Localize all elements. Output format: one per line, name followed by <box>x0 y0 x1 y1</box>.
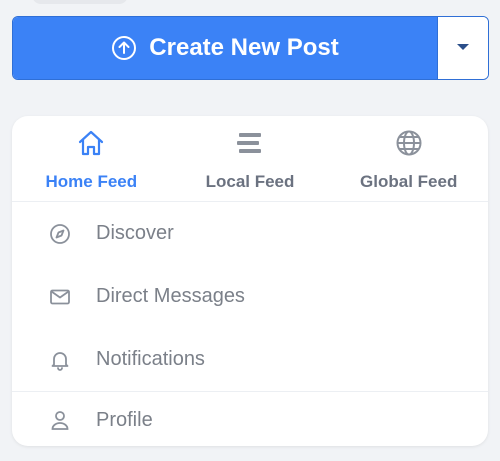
navigation-card: Home Feed Local Feed Global Feed Discove… <box>12 116 488 446</box>
caret-down-icon <box>456 39 470 57</box>
menu-item-label: Direct Messages <box>96 285 245 307</box>
mail-icon <box>48 285 72 309</box>
create-post-dropdown-button[interactable] <box>437 17 488 79</box>
globe-icon <box>394 128 424 158</box>
nav-menu: Discover Direct Messages Notifications P… <box>12 202 488 446</box>
tab-local-feed[interactable]: Local Feed <box>171 116 330 201</box>
menu-item-label: Discover <box>96 222 174 244</box>
bell-icon <box>48 348 72 372</box>
menu-item-profile[interactable]: Profile <box>12 392 488 446</box>
create-post-label: Create New Post <box>149 34 339 61</box>
user-icon <box>48 408 72 432</box>
menu-item-direct-messages[interactable]: Direct Messages <box>12 265 488 328</box>
menu-item-discover[interactable]: Discover <box>12 202 488 265</box>
menu-item-notifications[interactable]: Notifications <box>12 328 488 391</box>
top-pill <box>32 0 128 4</box>
home-icon <box>76 128 106 158</box>
tab-local-feed-label: Local Feed <box>205 172 295 191</box>
create-post-button[interactable]: Create New Post <box>13 17 437 79</box>
feed-tabs: Home Feed Local Feed Global Feed <box>12 116 488 202</box>
menu-item-label: Notifications <box>96 348 205 370</box>
sidebar-panel: Create New Post Home Feed Local Feed Glo… <box>0 0 500 461</box>
tab-global-feed-label: Global Feed <box>360 172 458 191</box>
tab-home-feed-label: Home Feed <box>45 172 138 191</box>
compass-icon <box>48 222 72 246</box>
menu-item-label: Profile <box>96 408 153 431</box>
tab-global-feed[interactable]: Global Feed <box>329 116 488 201</box>
bars-icon <box>235 128 265 158</box>
create-post-split-button: Create New Post <box>12 16 489 80</box>
tab-home-feed[interactable]: Home Feed <box>12 116 171 201</box>
arrow-up-circle-icon <box>111 35 137 61</box>
